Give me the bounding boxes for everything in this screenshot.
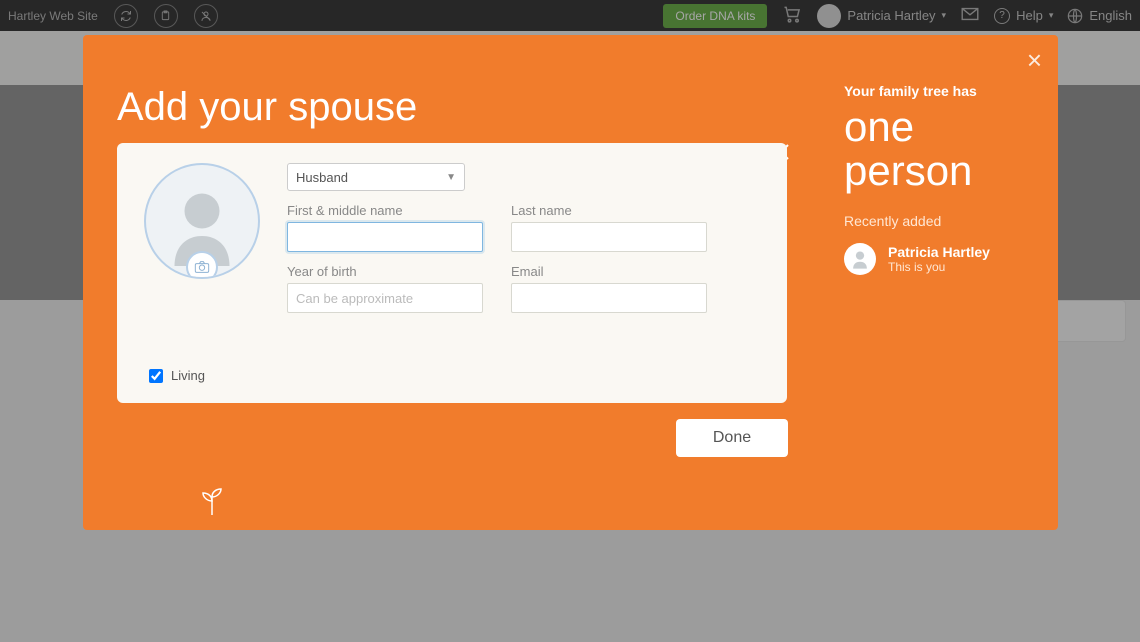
- recently-added-label: Recently added: [844, 213, 1034, 229]
- done-button[interactable]: Done: [676, 419, 788, 457]
- tree-count: one person: [844, 105, 1034, 193]
- relation-select[interactable]: Husband ▼: [287, 163, 465, 191]
- sprout-icon: [199, 481, 225, 520]
- add-spouse-modal: × Add your spouse Husband ▼ First & m: [83, 35, 1058, 530]
- recent-sub: This is you: [888, 260, 990, 274]
- form-panel: Husband ▼ First & middle name Last name …: [117, 143, 787, 403]
- avatar-placeholder[interactable]: [144, 163, 260, 279]
- last-name-input[interactable]: [511, 222, 707, 252]
- email-label: Email: [511, 264, 707, 279]
- living-checkbox[interactable]: [149, 369, 163, 383]
- form-fields: Husband ▼ First & middle name Last name …: [287, 163, 767, 383]
- first-name-field: First & middle name: [287, 203, 483, 252]
- last-name-label: Last name: [511, 203, 707, 218]
- recent-text: Patricia Hartley This is you: [888, 244, 990, 274]
- tree-count-intro: Your family tree has: [844, 83, 1034, 99]
- last-name-field: Last name: [511, 203, 707, 252]
- email-input[interactable]: [511, 283, 707, 313]
- living-label: Living: [171, 368, 205, 383]
- recent-name: Patricia Hartley: [888, 244, 990, 260]
- year-label: Year of birth: [287, 264, 483, 279]
- modal-title: Add your spouse: [117, 85, 417, 130]
- living-checkbox-row: Living: [149, 368, 205, 383]
- camera-icon[interactable]: [186, 251, 218, 279]
- first-name-label: First & middle name: [287, 203, 483, 218]
- first-name-input[interactable]: [287, 222, 483, 252]
- relation-selected-value: Husband: [296, 170, 348, 185]
- email-field: Email: [511, 264, 707, 313]
- caret-down-icon: ▼: [446, 172, 456, 183]
- year-field: Year of birth: [287, 264, 483, 313]
- recent-avatar-icon: [844, 243, 876, 275]
- year-input[interactable]: [287, 283, 483, 313]
- avatar-column: [137, 163, 267, 383]
- modal-close-button[interactable]: ×: [1027, 45, 1042, 76]
- modal-side-panel: Your family tree has one person Recently…: [844, 83, 1034, 275]
- recent-person-item[interactable]: Patricia Hartley This is you: [844, 243, 1034, 275]
